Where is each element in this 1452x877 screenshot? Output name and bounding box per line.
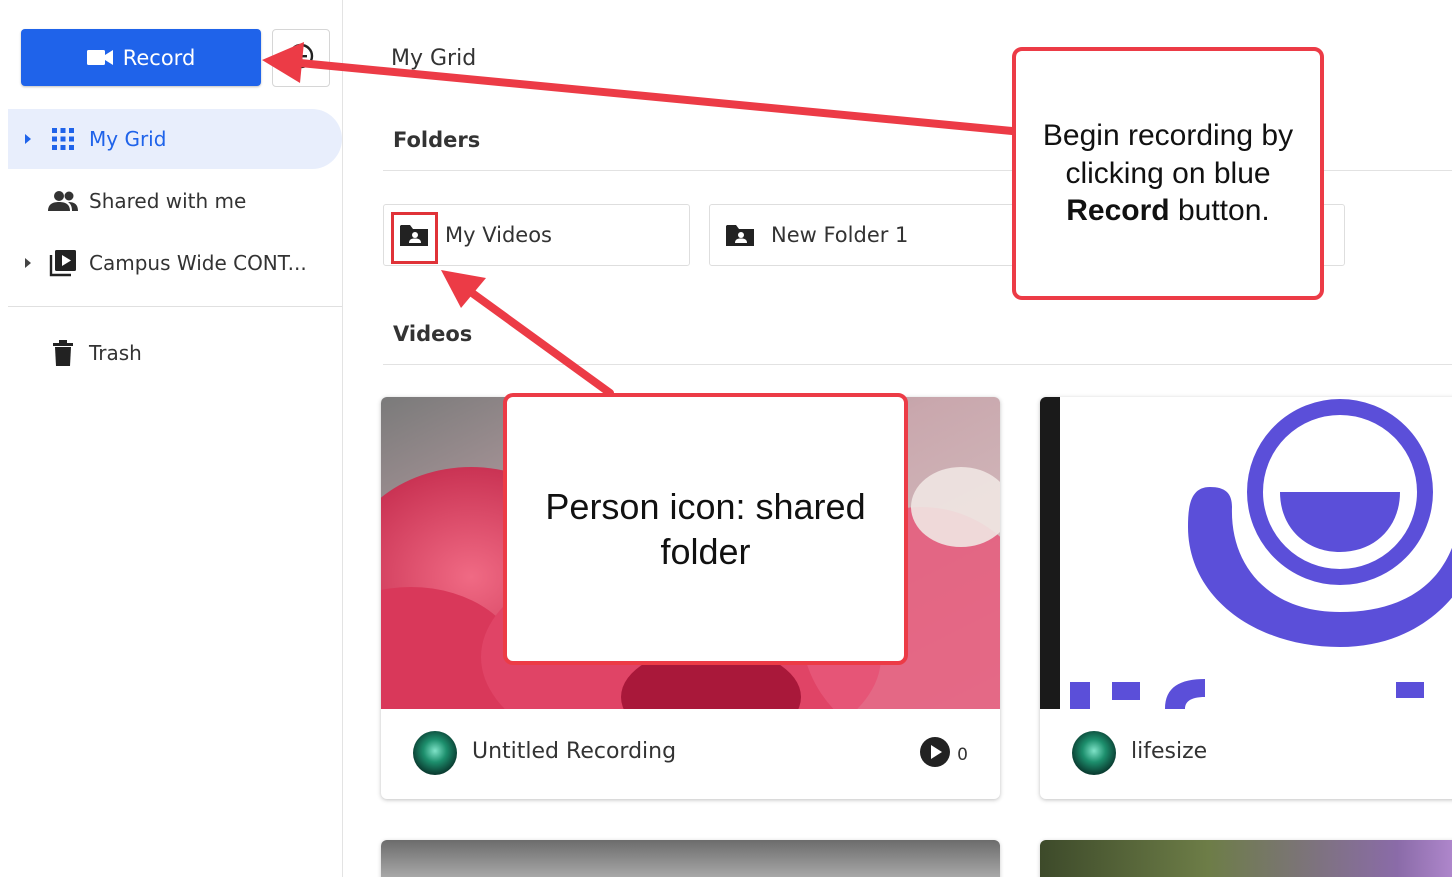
sidebar: Record My Grid Shared with me Campus Wid… (0, 0, 343, 877)
video-card-footer: Untitled Recording 0 (381, 709, 1000, 799)
video-card-lifesize[interactable]: lifesize (1040, 397, 1452, 799)
video-library-icon (48, 248, 78, 278)
grid-icon (48, 124, 78, 154)
folder-name: New Folder 1 (771, 223, 909, 247)
page-title: My Grid (391, 46, 477, 71)
sidebar-item-label: Trash (89, 341, 142, 365)
view-count-value: 0 (957, 744, 968, 765)
avatar[interactable] (1072, 731, 1116, 775)
person-callout-text: Person icon: shared folder (545, 486, 866, 572)
video-title[interactable]: Untitled Recording (472, 739, 676, 764)
view-count: 0 (919, 736, 968, 773)
sidebar-item-label: My Grid (89, 127, 167, 151)
sidebar-item-campus-wide[interactable]: Campus Wide CONT... (8, 233, 342, 293)
trash-icon (48, 338, 78, 368)
add-button[interactable] (272, 29, 330, 87)
sidebar-item-my-grid[interactable]: My Grid (8, 109, 342, 169)
record-button-label: Record (122, 45, 196, 70)
expand-caret-icon[interactable] (25, 258, 31, 268)
sidebar-item-label: Campus Wide CONT... (89, 251, 307, 275)
people-icon (48, 186, 78, 216)
sidebar-item-shared-with-me[interactable]: Shared with me (8, 171, 342, 231)
video-card-footer: lifesize (1040, 709, 1452, 799)
plus-circle-icon (288, 43, 314, 73)
sidebar-divider (8, 306, 342, 307)
sidebar-item-label: Shared with me (89, 189, 247, 213)
video-title[interactable]: lifesize (1131, 739, 1207, 764)
section-divider (383, 364, 1452, 365)
folders-heading: Folders (393, 128, 481, 152)
highlight-box (391, 212, 438, 264)
expand-caret-icon[interactable] (25, 134, 31, 144)
avatar[interactable] (413, 731, 457, 775)
shared-folder-icon (725, 222, 755, 248)
videos-heading: Videos (393, 322, 473, 346)
person-icon-callout: Person icon: shared folder (503, 393, 908, 665)
sidebar-item-trash[interactable]: Trash (8, 323, 342, 383)
record-button[interactable]: Record (21, 29, 261, 86)
record-callout-text: Begin recording by clicking on blue Reco… (1042, 119, 1294, 228)
video-card-peek[interactable] (1040, 840, 1452, 877)
play-circle-icon (919, 736, 951, 773)
video-thumbnail[interactable] (1040, 397, 1452, 709)
video-camera-icon (86, 49, 113, 66)
record-callout: Begin recording by clicking on blue Reco… (1012, 47, 1324, 300)
video-card-peek[interactable] (381, 840, 1000, 877)
folder-name: My Videos (445, 223, 552, 247)
